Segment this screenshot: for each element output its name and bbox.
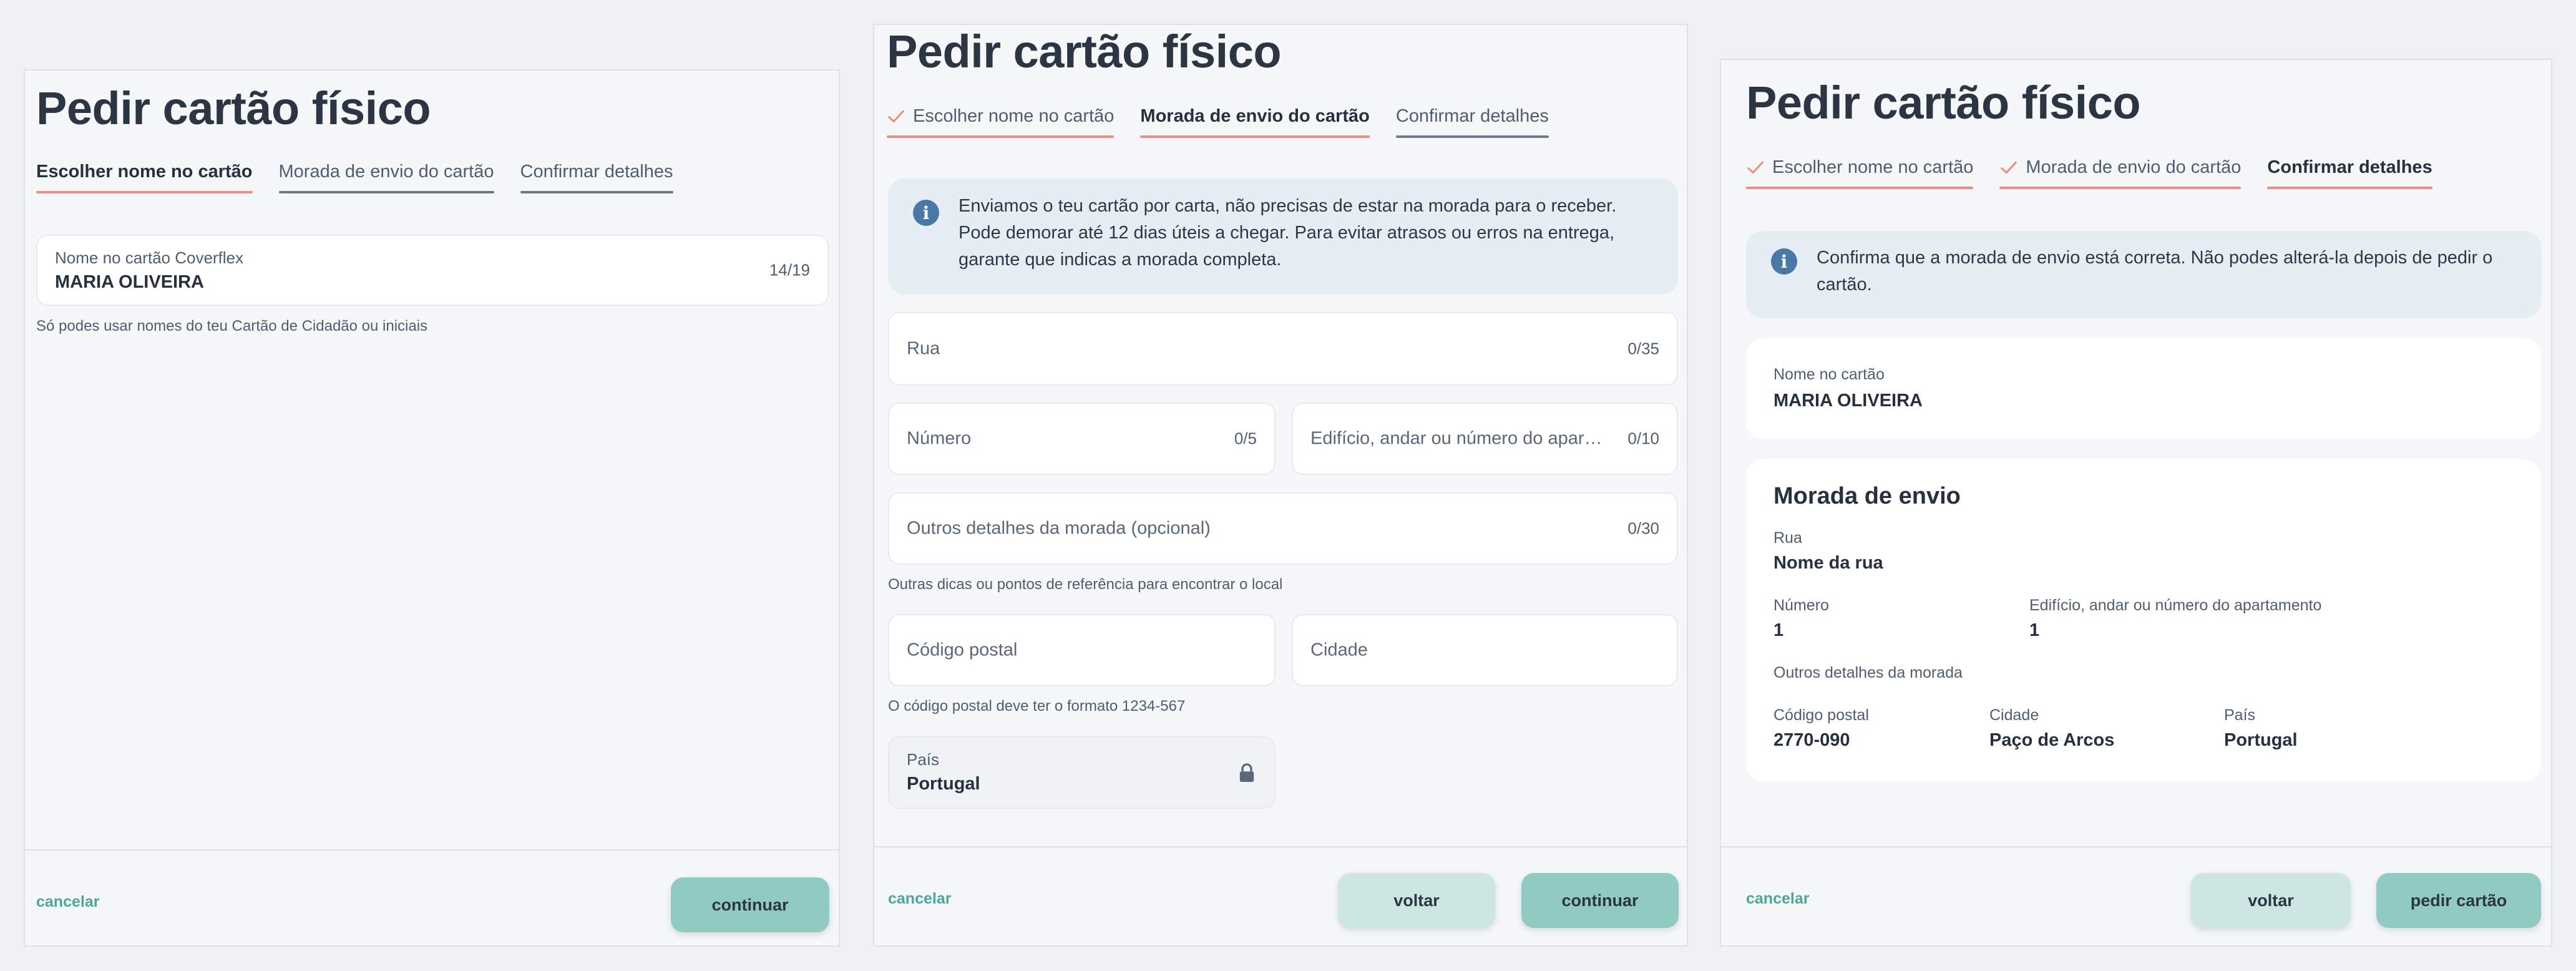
field-placeholder: Outros detalhes da morada (opcional) bbox=[907, 518, 1211, 539]
info-icon: i bbox=[1771, 248, 1797, 275]
stepper-tabs: Escolher nome no cartão Morada de envio … bbox=[36, 162, 673, 193]
tab-label: Confirmar detalhes bbox=[1395, 106, 1549, 126]
tab-label: Escolher nome no cartão bbox=[36, 162, 253, 182]
page-title: Pedir cartão físico bbox=[887, 26, 1282, 77]
number-label: Número bbox=[1773, 597, 1829, 614]
summary-value: MARIA OLIVEIRA bbox=[1773, 391, 1923, 411]
tab-confirm-details[interactable]: Confirmar detalhes bbox=[1395, 106, 1549, 138]
info-text: Confirma que a morada de envio está corr… bbox=[1817, 248, 2493, 295]
tab-label: Confirmar detalhes bbox=[2267, 157, 2432, 177]
step-address-panel: Pedir cartão físico Escolher nome no car… bbox=[873, 24, 1688, 947]
shipping-info-banner: i Enviamos o teu cartão por carta, não p… bbox=[888, 178, 1678, 295]
street-label: Rua bbox=[1773, 529, 1802, 547]
tab-shipping-address[interactable]: Morada de envio do cartão bbox=[278, 162, 494, 193]
footer-divider bbox=[25, 849, 839, 851]
tab-shipping-address[interactable]: Morada de envio do cartão bbox=[1140, 106, 1370, 138]
stepper-tabs: Escolher nome no cartão Morada de envio … bbox=[1746, 157, 2433, 189]
cancel-link[interactable]: cancelar bbox=[1746, 890, 1809, 908]
field-value: Portugal bbox=[907, 774, 980, 794]
check-icon bbox=[2001, 161, 2017, 174]
char-counter: 0/5 bbox=[1234, 429, 1257, 448]
char-counter: 0/10 bbox=[1627, 429, 1659, 448]
card-name-input[interactable]: Nome no cartão Coverflex MARIA OLIVEIRA … bbox=[36, 235, 829, 306]
city-input[interactable]: Cidade bbox=[1292, 614, 1678, 686]
check-icon bbox=[888, 110, 904, 123]
summary-label: Nome no cartão bbox=[1773, 366, 1885, 383]
field-value: MARIA OLIVEIRA bbox=[55, 272, 204, 292]
back-button[interactable]: voltar bbox=[2191, 873, 2351, 928]
tab-label: Morada de envio do cartão bbox=[1140, 106, 1370, 126]
tab-shipping-address[interactable]: Morada de envio do cartão bbox=[1999, 157, 2242, 189]
street-value: Nome da rua bbox=[1773, 553, 1883, 573]
page-title: Pedir cartão físico bbox=[1746, 77, 2141, 129]
postal-code-label: Código postal bbox=[1773, 706, 1869, 724]
card-name-hint: Só podes usar nomes do teu Cartão de Cid… bbox=[36, 318, 428, 334]
tab-label: Confirmar detalhes bbox=[520, 162, 673, 182]
other-details-label: Outros detalhes da morada bbox=[1773, 664, 1963, 681]
back-button[interactable]: voltar bbox=[1338, 873, 1495, 928]
field-placeholder: Código postal bbox=[907, 640, 1018, 660]
tab-label: Escolher nome no cartão bbox=[913, 106, 1115, 126]
tab-choose-name[interactable]: Escolher nome no cartão bbox=[887, 106, 1115, 138]
postal-code-input[interactable]: Código postal bbox=[888, 614, 1276, 686]
street-input[interactable]: Rua 0/35 bbox=[888, 312, 1678, 386]
country-field: País Portugal bbox=[888, 736, 1276, 809]
confirm-info-banner: i Confirma que a morada de envio está co… bbox=[1746, 231, 2541, 318]
building-value: 1 bbox=[2029, 620, 2040, 640]
step-name-panel: Pedir cartão físico Escolher nome no car… bbox=[24, 69, 840, 947]
field-label: País bbox=[907, 750, 940, 769]
stepper-tabs: Escolher nome no cartão Morada de envio … bbox=[887, 106, 1549, 138]
info-icon: i bbox=[913, 200, 939, 226]
lock-icon bbox=[1239, 763, 1254, 782]
summary-heading: Morada de envio bbox=[1773, 483, 1961, 509]
tab-label: Morada de envio do cartão bbox=[278, 162, 494, 182]
continue-button[interactable]: continuar bbox=[1521, 873, 1679, 928]
info-text: Enviamos o teu cartão por carta, não pre… bbox=[959, 196, 1617, 270]
postal-code-hint: O código postal deve ter o formato 1234-… bbox=[888, 698, 1186, 715]
page-title: Pedir cartão físico bbox=[36, 82, 431, 134]
number-input[interactable]: Número 0/5 bbox=[888, 403, 1276, 475]
char-counter: 0/30 bbox=[1627, 519, 1659, 538]
tab-choose-name[interactable]: Escolher nome no cartão bbox=[36, 162, 253, 193]
shipping-address-summary: Morada de envio Rua Nome da rua Número 1… bbox=[1746, 459, 2541, 781]
field-placeholder: Número bbox=[907, 428, 972, 449]
field-label: Nome no cartão Coverflex bbox=[55, 248, 244, 267]
country-label: País bbox=[2224, 706, 2256, 724]
order-card-button[interactable]: pedir cartão bbox=[2376, 873, 2541, 928]
other-details-input[interactable]: Outros detalhes da morada (opcional) 0/3… bbox=[888, 492, 1678, 565]
city-label: Cidade bbox=[1989, 706, 2039, 724]
char-counter: 14/19 bbox=[769, 260, 810, 280]
country-value: Portugal bbox=[2224, 730, 2298, 750]
building-input[interactable]: Edifício, andar ou número do apartamento… bbox=[1292, 403, 1678, 475]
check-icon bbox=[1747, 161, 1764, 174]
number-value: 1 bbox=[1773, 620, 1784, 640]
char-counter: 0/35 bbox=[1627, 339, 1659, 358]
other-details-hint: Outras dicas ou pontos de referência par… bbox=[888, 576, 1283, 593]
field-placeholder: Edifício, andar ou número do apartamento bbox=[1310, 428, 1604, 449]
card-name-summary: Nome no cartão MARIA OLIVEIRA bbox=[1746, 338, 2541, 439]
tab-confirm-details[interactable]: Confirmar detalhes bbox=[2267, 157, 2433, 189]
footer-divider bbox=[1721, 846, 2551, 847]
tab-label: Escolher nome no cartão bbox=[1772, 157, 1974, 177]
footer-divider bbox=[874, 846, 1687, 847]
city-value: Paço de Arcos bbox=[1989, 730, 2115, 750]
tab-label: Morada de envio do cartão bbox=[2026, 157, 2242, 177]
building-label: Edifício, andar ou número do apartamento bbox=[2029, 597, 2322, 614]
step-confirm-panel: Pedir cartão físico Escolher nome no car… bbox=[1720, 59, 2552, 947]
cancel-link[interactable]: cancelar bbox=[36, 893, 99, 911]
tab-confirm-details[interactable]: Confirmar detalhes bbox=[520, 162, 673, 193]
tab-choose-name[interactable]: Escolher nome no cartão bbox=[1746, 157, 1974, 189]
cancel-link[interactable]: cancelar bbox=[888, 890, 951, 908]
continue-button[interactable]: continuar bbox=[671, 877, 829, 932]
field-placeholder: Cidade bbox=[1310, 640, 1368, 660]
postal-code-value: 2770-090 bbox=[1773, 730, 1850, 750]
field-placeholder: Rua bbox=[907, 338, 940, 359]
